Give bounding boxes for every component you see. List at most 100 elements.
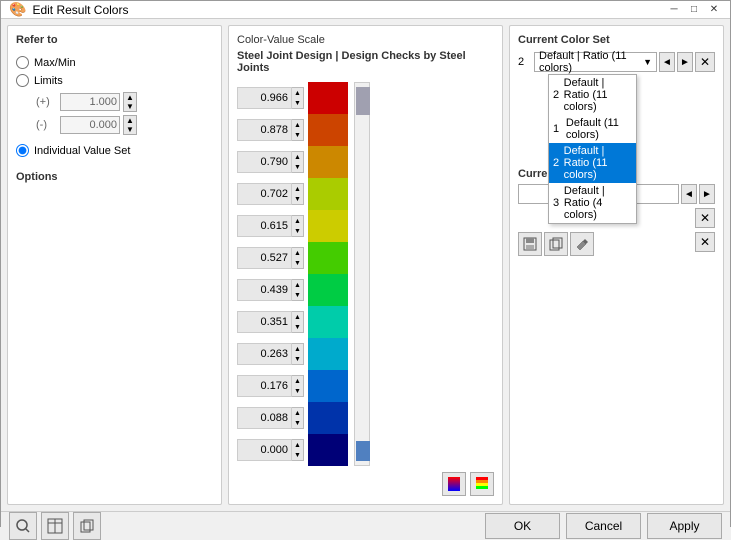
value-spinner-2[interactable]: ▲▼ [292,151,304,173]
positive-value-input[interactable] [60,93,120,111]
color-bar-6[interactable] [308,274,348,306]
down-arrow-2: ▼ [292,162,303,172]
value-row-7: 0.351▲▼ [237,306,304,338]
spacer [596,232,693,256]
color-bar-0[interactable] [308,82,348,114]
value-spinner-4[interactable]: ▲▼ [292,215,304,237]
value-box-4: 0.615 [237,215,292,237]
positive-spinner[interactable]: ▲▼ [123,92,137,112]
color-bar-3[interactable] [308,178,348,210]
value-spinner-11[interactable]: ▲▼ [292,439,304,461]
scale-subtitle: Steel Joint Design | Design Checks by St… [237,50,494,74]
table-icon [47,518,63,534]
dropdown-item-2[interactable]: 2 Default | Ratio (11 colors) [549,143,636,183]
value-spinner-6[interactable]: ▲▼ [292,279,304,301]
steps-icon [474,476,490,492]
color-scale-area: 0.966▲▼0.878▲▼0.790▲▼0.702▲▼0.615▲▼0.527… [237,82,494,466]
value-box-3: 0.702 [237,183,292,205]
color-bar-7[interactable] [308,306,348,338]
scale-bottom-icons [237,472,494,496]
close-color-set-button[interactable]: ✕ [695,52,715,72]
item-label-2: Default | Ratio (11 colors) [564,145,632,181]
color-bar-8[interactable] [308,338,348,370]
value-box-1: 0.878 [237,119,292,141]
value-spinner-3[interactable]: ▲▼ [292,183,304,205]
value-box-5: 0.527 [237,247,292,269]
limits-option[interactable]: Limits [16,74,213,87]
down-arrow-7: ▼ [292,322,303,332]
close-button[interactable]: ✕ [706,2,722,18]
positive-label: (+) [36,96,56,108]
value-spinner-1[interactable]: ▲▼ [292,119,304,141]
color-bar-4[interactable] [308,210,348,242]
cancel-button[interactable]: Cancel [566,513,641,539]
color-set-dropdown[interactable]: Default | Ratio (11 colors) ▼ [534,52,657,72]
limits-label: Limits [34,75,63,87]
dropdown-item-0[interactable]: 2 Default | Ratio (11 colors) [549,75,636,115]
bottom-bar: OK Cancel Apply [1,511,730,540]
apply-button[interactable]: Apply [647,513,722,539]
color-bar-9[interactable] [308,370,348,402]
title-bar: 🎨 Edit Result Colors ─ □ ✕ [1,1,730,19]
value-spinner-5[interactable]: ▲▼ [292,247,304,269]
save-action-button[interactable] [518,232,542,256]
color-bar-2[interactable] [308,146,348,178]
options-section: Options [16,171,213,187]
value-spinner-0[interactable]: ▲▼ [292,87,304,109]
color-bar-11[interactable] [308,434,348,466]
color-bar-1[interactable] [308,114,348,146]
up-arrow-0: ▲ [292,88,303,98]
table-bottom-button[interactable] [41,512,69,540]
up-arrow-5: ▲ [292,248,303,258]
edit-action-button[interactable] [570,232,594,256]
prev-value-set-button[interactable]: ◄ [681,184,697,204]
down-arrow-6: ▼ [292,290,303,300]
copy-bottom-button[interactable] [73,512,101,540]
color-bar-10[interactable] [308,402,348,434]
value-row-5: 0.527▲▼ [237,242,304,274]
next-color-set-button[interactable]: ► [677,52,693,72]
next-value-set-button[interactable]: ► [699,184,715,204]
minimize-button[interactable]: ─ [666,2,682,18]
color-bar-5[interactable] [308,242,348,274]
down-arrow-1: ▼ [292,130,303,140]
ok-button[interactable]: OK [485,513,560,539]
up-arrow-6: ▲ [292,280,303,290]
prev-color-set-button[interactable]: ◄ [659,52,675,72]
individual-radio[interactable] [16,144,29,157]
item-label-3: Default | Ratio (4 colors) [564,185,632,221]
negative-value-input[interactable] [60,116,120,134]
gradient-icon-btn[interactable] [442,472,466,496]
value-spinner-7[interactable]: ▲▼ [292,311,304,333]
maximize-button[interactable]: □ [686,2,702,18]
search-bottom-button[interactable] [9,512,37,540]
copy-icon [549,237,563,251]
down-arrow-5: ▼ [292,258,303,268]
max-min-option[interactable]: Max/Min [16,56,213,69]
close-value-set-button[interactable]: ✕ [695,208,715,228]
down-arrow-4: ▼ [292,226,303,236]
dropdown-item-3[interactable]: 3 Default | Ratio (4 colors) [549,183,636,223]
content-area: Refer to Max/Min Limits (+) ▲▼ [1,19,730,511]
remove-action-button[interactable]: ✕ [695,232,715,252]
bottom-left-icons [9,512,479,540]
down-arrow-9: ▼ [292,386,303,396]
value-spinner-10[interactable]: ▲▼ [292,407,304,429]
color-set-dropdown-list[interactable]: 2 Default | Ratio (11 colors) 1 Default … [548,74,637,224]
limits-radio[interactable] [16,74,29,87]
copy-action-button[interactable] [544,232,568,256]
dropdown-item-1[interactable]: 1 Default (11 colors) [549,115,636,143]
window-title: Edit Result Colors [32,3,660,17]
value-box-11: 0.000 [237,439,292,461]
individual-option[interactable]: Individual Value Set [16,144,213,157]
value-spinner-8[interactable]: ▲▼ [292,343,304,365]
up-arrow-2: ▲ [292,152,303,162]
negative-spinner[interactable]: ▲▼ [123,115,137,135]
left-panel: Refer to Max/Min Limits (+) ▲▼ [7,25,222,505]
value-spinner-9[interactable]: ▲▼ [292,375,304,397]
edit-icon [575,237,589,251]
value-row-10: 0.088▲▼ [237,402,304,434]
steps-icon-btn[interactable] [470,472,494,496]
max-min-radio[interactable] [16,56,29,69]
scrollbar[interactable] [354,82,370,466]
